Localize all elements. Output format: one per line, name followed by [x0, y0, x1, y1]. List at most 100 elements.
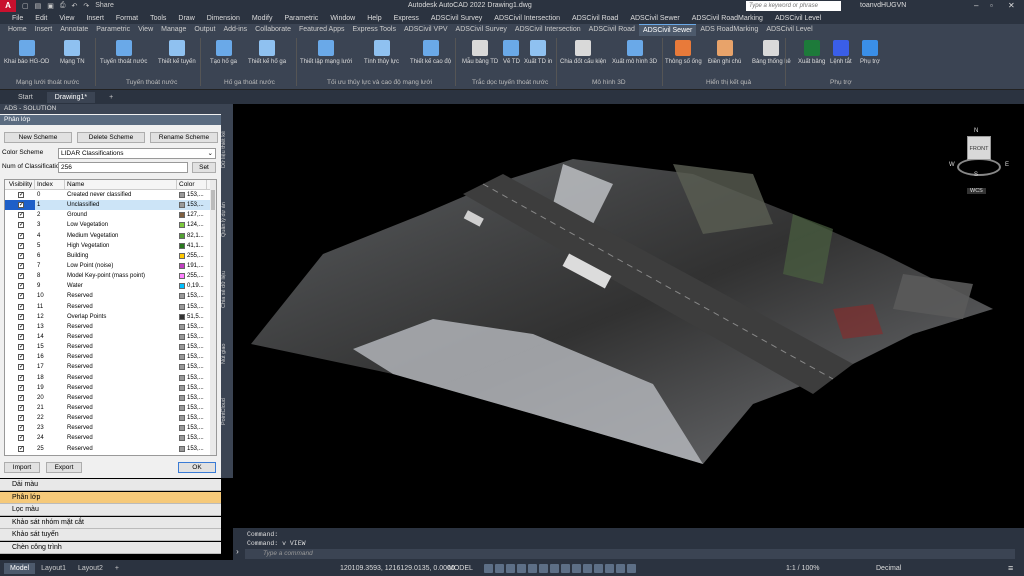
- ribbon-separator[interactable]: [200, 38, 201, 86]
- name-cell[interactable]: Reserved: [65, 342, 177, 352]
- index-cell[interactable]: 18: [35, 373, 65, 383]
- user-account[interactable]: toanvdHUGVN: [860, 2, 906, 9]
- index-cell[interactable]: 0: [35, 190, 65, 200]
- table-row[interactable]: ✓ 1 Unclassified 153,...: [5, 200, 216, 211]
- ribbon-button-label[interactable]: Thông số ống: [665, 59, 702, 65]
- name-cell[interactable]: Ground: [65, 210, 177, 220]
- num-classification-input[interactable]: 256: [58, 162, 188, 173]
- color-swatch[interactable]: [179, 415, 185, 422]
- index-cell[interactable]: 12: [35, 312, 65, 322]
- name-cell[interactable]: Reserved: [65, 373, 177, 383]
- menu-item[interactable]: ADSCivil RoadMarking: [686, 15, 769, 22]
- color-swatch[interactable]: [179, 303, 185, 310]
- ribbon-button-icon[interactable]: [472, 40, 489, 56]
- save-icon[interactable]: ▣: [47, 2, 54, 10]
- side-tab[interactable]: Dữ liệu thiết kế: [221, 114, 233, 184]
- index-cell[interactable]: 25: [35, 444, 65, 454]
- layout-tab[interactable]: Model: [4, 562, 36, 574]
- column-header[interactable]: Name: [65, 180, 177, 189]
- name-cell[interactable]: Reserved: [65, 403, 177, 413]
- search-input[interactable]: Type a keyword or phrase: [746, 1, 841, 11]
- table-row[interactable]: ✓ 18 Reserved 153,...: [5, 373, 216, 383]
- index-cell[interactable]: 20: [35, 393, 65, 403]
- ribbon-button-icon[interactable]: [832, 40, 849, 56]
- table-scrollbar[interactable]: [210, 180, 216, 455]
- side-tab[interactable]: Nút giao: [221, 334, 233, 374]
- table-row[interactable]: ✓ 15 Reserved 153,...: [5, 342, 216, 352]
- ribbon-button-label[interactable]: Mẫu bảng TD: [462, 59, 498, 65]
- color-swatch[interactable]: [179, 252, 185, 259]
- color-swatch[interactable]: [179, 384, 185, 391]
- name-cell[interactable]: High Vegetation: [65, 241, 177, 251]
- ribbon-tab[interactable]: Manage: [157, 24, 190, 36]
- visibility-cell[interactable]: ✓: [5, 332, 35, 342]
- color-value[interactable]: 153,...: [187, 322, 204, 332]
- accordion-item[interactable]: Khảo sát tuyến: [0, 529, 221, 541]
- accordion-item[interactable]: Khảo sát nhóm mặt cắt: [0, 516, 221, 529]
- visibility-cell[interactable]: ✓: [5, 413, 35, 423]
- visibility-cell[interactable]: ✓: [5, 444, 35, 454]
- layout-tab[interactable]: +: [109, 563, 125, 574]
- index-cell[interactable]: 19: [35, 383, 65, 393]
- ribbon-tab[interactable]: Collaborate: [251, 24, 295, 36]
- ok-button[interactable]: OK: [178, 462, 216, 473]
- color-swatch[interactable]: [179, 242, 185, 249]
- visibility-checkbox[interactable]: ✓: [18, 374, 24, 381]
- ribbon-button-label[interactable]: Tạo hố ga: [210, 59, 237, 65]
- close-icon[interactable]: ✕: [1008, 1, 1015, 10]
- color-cell[interactable]: 127,...: [177, 210, 207, 220]
- index-cell[interactable]: 9: [35, 281, 65, 291]
- ucs-icon[interactable]: [594, 563, 603, 573]
- name-cell[interactable]: Reserved: [65, 352, 177, 362]
- grid-icon[interactable]: [484, 563, 493, 573]
- snap-icon[interactable]: [495, 563, 504, 573]
- table-row[interactable]: ✓ 4 Medium Vegetation 82,1...: [5, 231, 216, 241]
- color-swatch[interactable]: [179, 334, 185, 341]
- ribbon-button[interactable]: Lệnh tắt: [830, 40, 852, 65]
- menu-item[interactable]: Express: [388, 15, 425, 22]
- name-cell[interactable]: Reserved: [65, 362, 177, 372]
- compass-west[interactable]: W: [949, 162, 955, 168]
- ribbon-tab[interactable]: ADS RoadMarking: [696, 24, 762, 36]
- name-cell[interactable]: Reserved: [65, 423, 177, 433]
- ribbon-button[interactable]: Thiết kế cao độ: [410, 40, 451, 65]
- visibility-cell[interactable]: ✓: [5, 200, 35, 211]
- ortho-icon[interactable]: [506, 563, 515, 573]
- color-cell[interactable]: 153,...: [177, 291, 207, 301]
- name-cell[interactable]: Water: [65, 281, 177, 291]
- ribbon-button[interactable]: Xuất bảng: [798, 40, 825, 65]
- visibility-cell[interactable]: ✓: [5, 220, 35, 230]
- open-icon[interactable]: ▤: [35, 2, 42, 10]
- index-cell[interactable]: 10: [35, 291, 65, 301]
- import-button[interactable]: Import: [4, 462, 40, 473]
- index-cell[interactable]: 16: [35, 352, 65, 362]
- color-value[interactable]: 255,...: [187, 271, 204, 281]
- ribbon-tab[interactable]: Express Tools: [349, 24, 400, 36]
- ribbon-tab[interactable]: Insert: [31, 24, 57, 36]
- color-value[interactable]: 153,...: [187, 352, 204, 362]
- table-row[interactable]: ✓ 6 Building 255,...: [5, 251, 216, 261]
- ribbon-tab[interactable]: ADSCivil Level: [762, 24, 816, 36]
- menu-item[interactable]: ADSCivil Road: [566, 15, 624, 22]
- color-swatch[interactable]: [179, 222, 185, 229]
- color-cell[interactable]: 255,...: [177, 271, 207, 281]
- ribbon-button-label[interactable]: Vẽ TD: [503, 59, 520, 65]
- side-tab[interactable]: Quản lý dự án: [221, 192, 233, 247]
- minimize-icon[interactable]: –: [974, 1, 978, 10]
- color-swatch[interactable]: [179, 445, 185, 452]
- visibility-cell[interactable]: ✓: [5, 403, 35, 413]
- accordion-item[interactable]: Dải màu: [0, 479, 221, 491]
- color-swatch[interactable]: [179, 192, 185, 199]
- color-value[interactable]: 153,...: [187, 403, 204, 413]
- visibility-checkbox[interactable]: ✓: [18, 384, 24, 391]
- export-button[interactable]: Export: [46, 462, 82, 473]
- index-cell[interactable]: 17: [35, 362, 65, 372]
- visibility-checkbox[interactable]: ✓: [18, 192, 24, 198]
- color-value[interactable]: 153,...: [187, 444, 204, 454]
- table-row[interactable]: ✓ 8 Model Key-point (mass point) 255,...: [5, 271, 216, 281]
- color-cell[interactable]: 124,...: [177, 220, 207, 230]
- ribbon-button-icon[interactable]: [259, 40, 276, 56]
- drawing-viewport[interactable]: FRONT N E S W WCS: [233, 104, 1024, 528]
- color-value[interactable]: 41,1...: [187, 241, 204, 251]
- ribbon-button[interactable]: Mạng TN: [60, 40, 85, 65]
